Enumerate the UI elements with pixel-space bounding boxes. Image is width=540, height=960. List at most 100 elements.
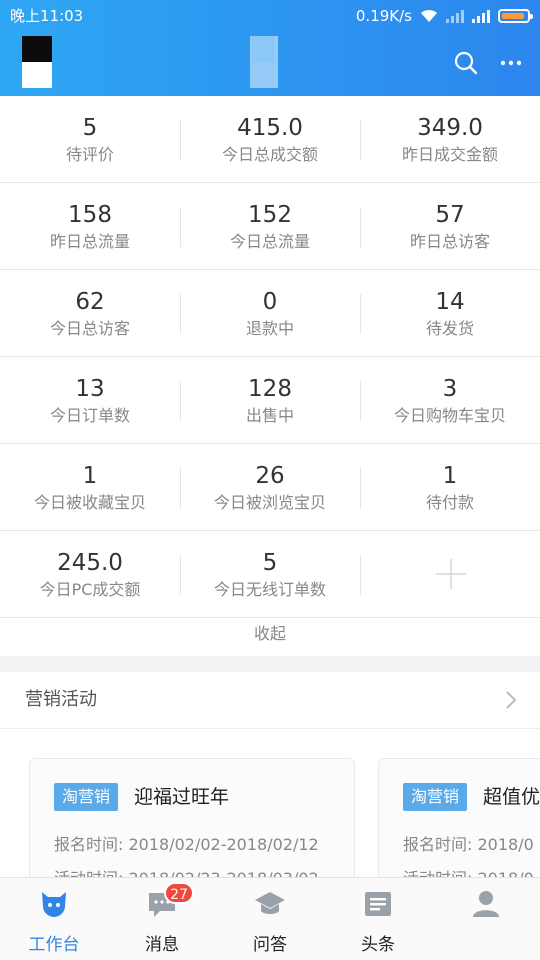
stat-label: 今日被浏览宝贝 bbox=[213, 493, 326, 512]
stat-value: 5 bbox=[262, 550, 278, 576]
stat-cart-items[interactable]: 3 今日购物车宝贝 bbox=[360, 357, 540, 443]
stat-value: 3 bbox=[442, 376, 458, 402]
stat-yesterday-visitors[interactable]: 57 昨日总访客 bbox=[360, 183, 540, 269]
stat-value: 5 bbox=[82, 115, 98, 141]
stat-value: 128 bbox=[248, 376, 292, 402]
status-time: 晚上11:03 bbox=[10, 7, 84, 25]
battery-icon bbox=[498, 9, 533, 23]
stat-value: 245.0 bbox=[57, 550, 123, 576]
marketing-title: 营销活动 bbox=[25, 689, 97, 710]
stat-value: 13 bbox=[75, 376, 105, 402]
stats-row: 13 今日订单数 128 出售中 3 今日购物车宝贝 bbox=[0, 357, 540, 444]
campaign-signup-time: 报名时间: 2018/0 bbox=[403, 835, 534, 854]
stats-panel: 5 待评价 415.0 今日总成交额 349.0 昨日成交金额 158 昨日总流量 15… bbox=[0, 96, 540, 656]
stat-yesterday-traffic[interactable]: 158 昨日总流量 bbox=[0, 183, 180, 269]
stats-row: 5 待评价 415.0 今日总成交额 349.0 昨日成交金额 bbox=[0, 96, 540, 183]
stat-value: 62 bbox=[75, 289, 105, 315]
campaign-title: 超值优 bbox=[483, 786, 540, 808]
shop-avatar[interactable] bbox=[22, 36, 52, 88]
stat-value: 152 bbox=[248, 202, 292, 228]
campaign-tag: 淘营销 bbox=[403, 783, 468, 811]
stat-mobile-orders[interactable]: 5 今日无线订单数 bbox=[180, 531, 360, 617]
collapse-button[interactable]: 收起 bbox=[0, 613, 540, 655]
more-icon[interactable] bbox=[498, 50, 524, 76]
shop-logo bbox=[250, 36, 278, 88]
marketing-header[interactable]: 营销活动 bbox=[0, 672, 540, 729]
campaign-activity-time: 活动时间: 2018/02/23-2018/03/02 bbox=[54, 865, 319, 877]
message-badge: 27 bbox=[164, 882, 194, 904]
stat-favorited-items[interactable]: 1 今日被收藏宝贝 bbox=[0, 444, 180, 530]
stat-label: 今日无线订单数 bbox=[213, 580, 326, 599]
campaign-card[interactable]: 淘营销 超值优 报名时间: 2018/0 活动时间: 2018/0 bbox=[378, 758, 540, 877]
stat-label: 今日总成交额 bbox=[221, 145, 318, 164]
stat-refunding[interactable]: 0 退款中 bbox=[180, 270, 360, 356]
wifi-icon bbox=[421, 9, 437, 22]
stat-label: 昨日总流量 bbox=[49, 232, 130, 251]
stat-value: 349.0 bbox=[417, 115, 483, 141]
signal-icon-2 bbox=[472, 9, 490, 23]
marketing-carousel: 淘营销 迎福过旺年 报名时间: 2018/02/02-2018/02/12 活动… bbox=[0, 729, 540, 877]
stat-awaiting-payment[interactable]: 1 待付款 bbox=[360, 444, 540, 530]
headlines-icon bbox=[365, 892, 391, 916]
plus-icon bbox=[436, 559, 466, 589]
stat-to-ship[interactable]: 14 待发货 bbox=[360, 270, 540, 356]
stats-row: 1 今日被收藏宝贝 26 今日被浏览宝贝 1 待付款 bbox=[0, 444, 540, 531]
graduation-cap-icon bbox=[255, 892, 285, 914]
nav-qa[interactable]: 问答 bbox=[216, 878, 324, 960]
app-screen: 晚上11:03 0.19K/s 5 待评价 415.0 今日总成交额 349.0… bbox=[0, 0, 540, 960]
stat-value: 415.0 bbox=[237, 115, 303, 141]
profile-icon bbox=[473, 891, 499, 917]
nav-messages[interactable]: 27 消息 bbox=[108, 878, 216, 960]
nav-label: 工作台 bbox=[28, 935, 80, 955]
stat-label: 待评价 bbox=[65, 145, 114, 164]
stat-label: 今日购物车宝贝 bbox=[393, 406, 506, 425]
stats-row: 158 昨日总流量 152 今日总流量 57 昨日总访客 bbox=[0, 183, 540, 270]
stat-label: 待付款 bbox=[425, 493, 474, 512]
stat-yesterday-turnover[interactable]: 349.0 昨日成交金额 bbox=[360, 96, 540, 182]
stat-value: 57 bbox=[435, 202, 465, 228]
stat-label: 今日订单数 bbox=[49, 406, 130, 425]
search-icon[interactable] bbox=[453, 50, 479, 76]
network-speed: 0.19K/s bbox=[355, 7, 412, 25]
stat-label: 今日总流量 bbox=[229, 232, 310, 251]
add-stat-button[interactable] bbox=[360, 531, 540, 617]
nav-workbench[interactable]: 工作台 bbox=[0, 878, 108, 960]
stat-pending-review[interactable]: 5 待评价 bbox=[0, 96, 180, 182]
campaign-activity-time: 活动时间: 2018/0 bbox=[403, 865, 534, 877]
stat-label: 退款中 bbox=[245, 319, 294, 338]
stat-value: 26 bbox=[255, 463, 285, 489]
campaign-signup-time: 报名时间: 2018/02/02-2018/02/12 bbox=[54, 835, 319, 854]
status-indicators: 0.19K/s bbox=[355, 0, 533, 32]
header-bar: 晚上11:03 0.19K/s bbox=[0, 0, 540, 96]
status-bar: 晚上11:03 0.19K/s bbox=[0, 0, 540, 32]
stat-viewed-items[interactable]: 26 今日被浏览宝贝 bbox=[180, 444, 360, 530]
stat-label: 待发货 bbox=[425, 319, 474, 338]
stat-pc-turnover[interactable]: 245.0 今日PC成交额 bbox=[0, 531, 180, 617]
signal-icon-1 bbox=[446, 9, 464, 23]
nav-label: 消息 bbox=[145, 935, 179, 955]
stats-row: 245.0 今日PC成交额 5 今日无线订单数 bbox=[0, 531, 540, 618]
stat-on-sale[interactable]: 128 出售中 bbox=[180, 357, 360, 443]
stat-label: 昨日总访客 bbox=[409, 232, 490, 251]
workbench-icon bbox=[42, 892, 66, 917]
stat-label: 今日PC成交额 bbox=[39, 580, 141, 599]
stat-label: 今日被收藏宝贝 bbox=[33, 493, 146, 512]
nav-profile[interactable] bbox=[432, 878, 540, 960]
campaign-title: 迎福过旺年 bbox=[134, 786, 230, 808]
stat-today-visitors[interactable]: 62 今日总访客 bbox=[0, 270, 180, 356]
stat-today-traffic[interactable]: 152 今日总流量 bbox=[180, 183, 360, 269]
campaign-tag: 淘营销 bbox=[54, 783, 119, 811]
stat-value: 1 bbox=[82, 463, 98, 489]
stats-row: 62 今日总访客 0 退款中 14 待发货 bbox=[0, 270, 540, 357]
stat-value: 0 bbox=[262, 289, 278, 315]
campaign-card[interactable]: 淘营销 迎福过旺年 报名时间: 2018/02/02-2018/02/12 活动… bbox=[29, 758, 355, 877]
stat-value: 1 bbox=[442, 463, 458, 489]
stat-today-orders[interactable]: 13 今日订单数 bbox=[0, 357, 180, 443]
stat-label: 出售中 bbox=[245, 406, 294, 425]
stat-today-turnover[interactable]: 415.0 今日总成交额 bbox=[180, 96, 360, 182]
stat-label: 今日总访客 bbox=[49, 319, 130, 338]
nav-headlines[interactable]: 头条 bbox=[324, 878, 432, 960]
chevron-right-icon bbox=[506, 691, 517, 709]
bottom-nav: 工作台 27 消息 问答 头条 bbox=[0, 877, 540, 960]
nav-label: 问答 bbox=[253, 935, 287, 955]
